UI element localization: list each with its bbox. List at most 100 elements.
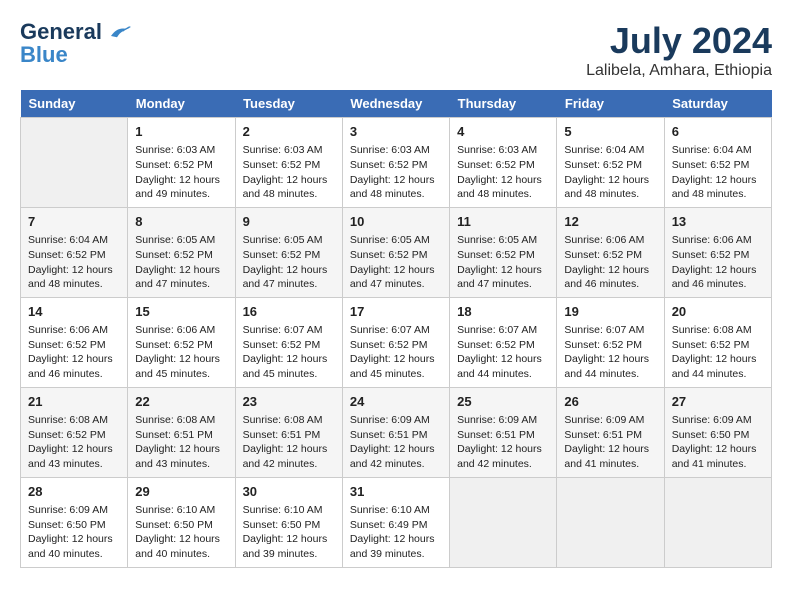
cell-info: Sunrise: 6:03 AMSunset: 6:52 PMDaylight:… [457, 143, 549, 202]
cell-info: Sunrise: 6:08 AMSunset: 6:51 PMDaylight:… [243, 413, 335, 472]
month-year-title: July 2024 [586, 20, 772, 62]
day-number: 26 [564, 393, 656, 411]
calendar-cell [21, 118, 128, 208]
day-number: 4 [457, 123, 549, 141]
calendar-week-row: 21Sunrise: 6:08 AMSunset: 6:52 PMDayligh… [21, 387, 772, 477]
day-number: 6 [672, 123, 764, 141]
day-number: 31 [350, 483, 442, 501]
calendar-cell: 13 Sunrise: 6:06 AMSunset: 6:52 PMDayligh… [664, 207, 771, 297]
cell-info: Sunrise: 6:04 AMSunset: 6:52 PMDaylight:… [28, 233, 120, 292]
cell-info: Sunrise: 6:05 AMSunset: 6:52 PMDaylight:… [243, 233, 335, 292]
cell-info: Sunrise: 6:09 AMSunset: 6:51 PMDaylight:… [350, 413, 442, 472]
calendar-header-row: SundayMondayTuesdayWednesdayThursdayFrid… [21, 90, 772, 118]
calendar-cell: 23 Sunrise: 6:08 AMSunset: 6:51 PMDayligh… [235, 387, 342, 477]
calendar-cell: 9 Sunrise: 6:05 AMSunset: 6:52 PMDaylight… [235, 207, 342, 297]
cell-info: Sunrise: 6:06 AMSunset: 6:52 PMDaylight:… [672, 233, 764, 292]
calendar-cell: 30 Sunrise: 6:10 AMSunset: 6:50 PMDayligh… [235, 477, 342, 567]
cell-info: Sunrise: 6:10 AMSunset: 6:50 PMDaylight:… [135, 503, 227, 562]
day-number: 2 [243, 123, 335, 141]
header-wednesday: Wednesday [342, 90, 449, 118]
day-number: 12 [564, 213, 656, 231]
calendar-week-row: 28 Sunrise: 6:09 AMSunset: 6:50 PMDayligh… [21, 477, 772, 567]
day-number: 11 [457, 213, 549, 231]
calendar-cell: 4 Sunrise: 6:03 AMSunset: 6:52 PMDaylight… [450, 118, 557, 208]
cell-info: Sunrise: 6:10 AMSunset: 6:50 PMDaylight:… [243, 503, 335, 562]
cell-info: Sunrise: 6:07 AMSunset: 6:52 PMDaylight:… [564, 323, 656, 382]
day-number: 29 [135, 483, 227, 501]
day-number: 20 [672, 303, 764, 321]
day-number: 15 [135, 303, 227, 321]
logo: General Blue [20, 20, 132, 68]
cell-info: Sunrise: 6:08 AMSunset: 6:51 PMDaylight:… [135, 413, 227, 472]
calendar-cell [664, 477, 771, 567]
day-number: 24 [350, 393, 442, 411]
calendar-cell: 24 Sunrise: 6:09 AMSunset: 6:51 PMDayligh… [342, 387, 449, 477]
header-monday: Monday [128, 90, 235, 118]
cell-info: Sunrise: 6:05 AMSunset: 6:52 PMDaylight:… [457, 233, 549, 292]
day-number: 10 [350, 213, 442, 231]
day-number: 8 [135, 213, 227, 231]
calendar-cell [450, 477, 557, 567]
cell-info: Sunrise: 6:03 AMSunset: 6:52 PMDaylight:… [135, 143, 227, 202]
calendar-cell: 7 Sunrise: 6:04 AMSunset: 6:52 PMDaylight… [21, 207, 128, 297]
calendar-week-row: 14 Sunrise: 6:06 AMSunset: 6:52 PMDayligh… [21, 297, 772, 387]
day-number: 5 [564, 123, 656, 141]
page-header: General Blue July 2024 Lalibela, Amhara,… [20, 20, 772, 80]
calendar-cell: 22 Sunrise: 6:08 AMSunset: 6:51 PMDayligh… [128, 387, 235, 477]
calendar-cell: 18Sunrise: 6:07 AMSunset: 6:52 PMDayligh… [450, 297, 557, 387]
cell-info: Sunrise: 6:04 AMSunset: 6:52 PMDaylight:… [564, 143, 656, 202]
day-number: 30 [243, 483, 335, 501]
calendar-week-row: 7 Sunrise: 6:04 AMSunset: 6:52 PMDaylight… [21, 207, 772, 297]
cell-info: Sunrise: 6:05 AMSunset: 6:52 PMDaylight:… [135, 233, 227, 292]
day-number: 1 [135, 123, 227, 141]
day-number: 13 [672, 213, 764, 231]
calendar-cell: 3 Sunrise: 6:03 AMSunset: 6:52 PMDaylight… [342, 118, 449, 208]
cell-info: Sunrise: 6:09 AMSunset: 6:51 PMDaylight:… [564, 413, 656, 472]
day-number: 25 [457, 393, 549, 411]
calendar-cell: 19 Sunrise: 6:07 AMSunset: 6:52 PMDayligh… [557, 297, 664, 387]
header-thursday: Thursday [450, 90, 557, 118]
logo-blue: Blue [20, 42, 68, 68]
calendar-cell: 15 Sunrise: 6:06 AMSunset: 6:52 PMDayligh… [128, 297, 235, 387]
header-tuesday: Tuesday [235, 90, 342, 118]
logo-general: General [20, 20, 132, 44]
calendar-cell: 31 Sunrise: 6:10 AMSunset: 6:49 PMDayligh… [342, 477, 449, 567]
cell-info: Sunrise: 6:09 AMSunset: 6:50 PMDaylight:… [28, 503, 120, 562]
calendar-cell: 6Sunrise: 6:04 AMSunset: 6:52 PMDaylight… [664, 118, 771, 208]
calendar-cell: 29 Sunrise: 6:10 AMSunset: 6:50 PMDayligh… [128, 477, 235, 567]
calendar-cell: 5 Sunrise: 6:04 AMSunset: 6:52 PMDaylight… [557, 118, 664, 208]
day-number: 14 [28, 303, 120, 321]
day-number: 9 [243, 213, 335, 231]
calendar-cell: 27 Sunrise: 6:09 AMSunset: 6:50 PMDayligh… [664, 387, 771, 477]
location-subtitle: Lalibela, Amhara, Ethiopia [586, 62, 772, 80]
calendar-cell: 8 Sunrise: 6:05 AMSunset: 6:52 PMDaylight… [128, 207, 235, 297]
calendar-cell: 20Sunrise: 6:08 AMSunset: 6:52 PMDayligh… [664, 297, 771, 387]
cell-info: Sunrise: 6:06 AMSunset: 6:52 PMDaylight:… [135, 323, 227, 382]
cell-info: Sunrise: 6:03 AMSunset: 6:52 PMDaylight:… [243, 143, 335, 202]
calendar-cell: 26 Sunrise: 6:09 AMSunset: 6:51 PMDayligh… [557, 387, 664, 477]
cell-info: Sunrise: 6:10 AMSunset: 6:49 PMDaylight:… [350, 503, 442, 562]
day-number: 22 [135, 393, 227, 411]
calendar-cell: 2 Sunrise: 6:03 AMSunset: 6:52 PMDaylight… [235, 118, 342, 208]
header-sunday: Sunday [21, 90, 128, 118]
day-number: 3 [350, 123, 442, 141]
day-number: 7 [28, 213, 120, 231]
cell-info: Sunrise: 6:03 AMSunset: 6:52 PMDaylight:… [350, 143, 442, 202]
calendar-cell [557, 477, 664, 567]
calendar-cell: 28 Sunrise: 6:09 AMSunset: 6:50 PMDayligh… [21, 477, 128, 567]
calendar-cell: 14Sunrise: 6:06 AMSunset: 6:52 PMDayligh… [21, 297, 128, 387]
cell-info: Sunrise: 6:07 AMSunset: 6:52 PMDaylight:… [457, 323, 549, 382]
day-number: 28 [28, 483, 120, 501]
calendar-week-row: 1 Sunrise: 6:03 AMSunset: 6:52 PMDaylight… [21, 118, 772, 208]
day-number: 27 [672, 393, 764, 411]
cell-info: Sunrise: 6:07 AMSunset: 6:52 PMDaylight:… [243, 323, 335, 382]
cell-info: Sunrise: 6:08 AMSunset: 6:52 PMDaylight:… [28, 413, 120, 472]
day-number: 19 [564, 303, 656, 321]
calendar-cell: 11 Sunrise: 6:05 AMSunset: 6:52 PMDayligh… [450, 207, 557, 297]
day-number: 16 [243, 303, 335, 321]
cell-info: Sunrise: 6:09 AMSunset: 6:50 PMDaylight:… [672, 413, 764, 472]
logo-bird-icon [108, 24, 132, 42]
day-number: 23 [243, 393, 335, 411]
calendar-cell: 16 Sunrise: 6:07 AMSunset: 6:52 PMDayligh… [235, 297, 342, 387]
cell-info: Sunrise: 6:07 AMSunset: 6:52 PMDaylight:… [350, 323, 442, 382]
